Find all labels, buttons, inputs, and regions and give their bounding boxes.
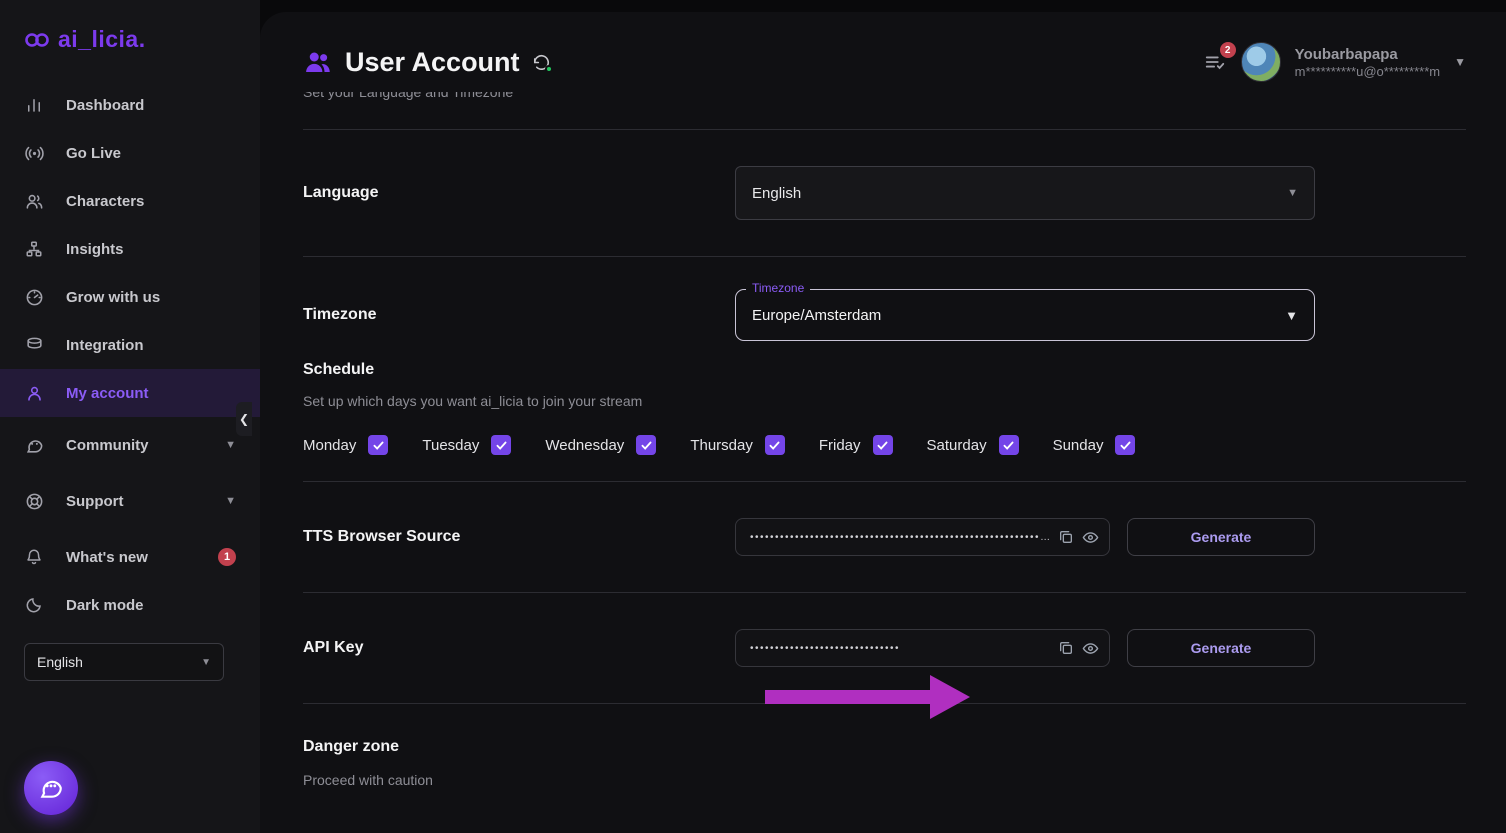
chat-fab-button[interactable]: [24, 761, 78, 815]
user-email: m**********u@o*********m: [1295, 64, 1440, 79]
logo-text: ai_licia.: [58, 26, 146, 53]
tts-row: TTS Browser Source •••••••••••••••••••••…: [303, 482, 1466, 592]
language-label: Language: [303, 184, 735, 202]
api-generate-button[interactable]: Generate: [1127, 629, 1315, 667]
day-saturday: Saturday: [927, 435, 1019, 455]
timezone-field-label: Timezone: [746, 281, 810, 295]
danger-zone-title: Danger zone: [303, 738, 1466, 756]
hierarchy-icon: [24, 239, 44, 259]
chevron-down-icon: ▼: [1454, 55, 1466, 69]
schedule-days: Monday Tuesday Wednesday Thursday Friday: [303, 435, 1466, 455]
chat-face-icon: [24, 435, 44, 455]
whats-new-badge: 1: [218, 548, 236, 566]
sidebar: ai_licia. Dashboard Go Live Characters I…: [0, 0, 260, 833]
monday-checkbox[interactable]: [368, 435, 388, 455]
page-title: User Account: [345, 47, 520, 78]
sidebar-language-select[interactable]: English ▼: [24, 643, 224, 681]
thursday-checkbox[interactable]: [765, 435, 785, 455]
people-icon: [24, 191, 44, 211]
schedule-title: Schedule: [303, 361, 1466, 379]
chevron-down-icon: ▼: [201, 657, 211, 668]
wednesday-checkbox[interactable]: [636, 435, 656, 455]
day-sunday: Sunday: [1053, 435, 1136, 455]
timezone-row: Timezone Timezone Europe/Amsterdam ▼: [303, 257, 1466, 341]
sidebar-item-dark-mode[interactable]: Dark mode: [0, 581, 260, 629]
bell-icon: [24, 547, 44, 567]
tuesday-checkbox[interactable]: [491, 435, 511, 455]
history-sync-icon[interactable]: [532, 53, 551, 72]
user-name: Youbarbapapa: [1295, 45, 1440, 65]
notifications-button[interactable]: 2: [1203, 51, 1227, 73]
sidebar-item-my-account[interactable]: My account: [0, 369, 260, 417]
sidebar-item-insights[interactable]: Insights: [0, 225, 260, 273]
eye-icon[interactable]: [1082, 529, 1099, 546]
main-panel: User Account 2 Youbarbapapa m**********u…: [260, 12, 1506, 833]
sidebar-item-go-live[interactable]: Go Live: [0, 129, 260, 177]
moon-icon: [24, 595, 44, 615]
schedule-subtitle: Set up which days you want ai_licia to j…: [303, 393, 1466, 409]
avatar[interactable]: [1241, 42, 1281, 82]
timezone-label: Timezone: [303, 306, 735, 324]
logo-icon: [24, 30, 50, 50]
api-key-input[interactable]: ••••••••••••••••••••••••••••••: [735, 629, 1110, 667]
danger-zone-section: Danger zone Proceed with caution: [303, 704, 1466, 788]
api-key-row: API Key •••••••••••••••••••••••••••••• G…: [303, 593, 1466, 703]
lifebuoy-icon: [24, 491, 44, 511]
user-account-icon: [303, 47, 333, 77]
tts-generate-button[interactable]: Generate: [1127, 518, 1315, 556]
chevron-down-icon: ▼: [1287, 187, 1298, 199]
schedule-section: Schedule Set up which days you want ai_l…: [303, 341, 1466, 455]
sidebar-item-grow-with-us[interactable]: Grow with us: [0, 273, 260, 321]
sidebar-collapse-button[interactable]: ❮: [236, 402, 252, 436]
danger-zone-subtitle: Proceed with caution: [303, 772, 1466, 788]
day-monday: Monday: [303, 435, 388, 455]
sidebar-item-community[interactable]: Community ▼: [0, 421, 260, 469]
language-row: Language English ▼: [303, 130, 1466, 256]
sidebar-item-integration[interactable]: Integration: [0, 321, 260, 369]
sunday-checkbox[interactable]: [1115, 435, 1135, 455]
timezone-select[interactable]: Timezone Europe/Amsterdam ▼: [735, 289, 1315, 341]
page-header: User Account 2 Youbarbapapa m**********u…: [260, 12, 1506, 92]
chevron-down-icon: ▼: [1285, 308, 1298, 323]
language-select[interactable]: English ▼: [735, 166, 1315, 220]
day-tuesday: Tuesday: [422, 435, 511, 455]
saturday-checkbox[interactable]: [999, 435, 1019, 455]
chevron-down-icon: ▼: [225, 439, 236, 451]
copy-icon[interactable]: [1058, 529, 1074, 545]
day-wednesday: Wednesday: [545, 435, 656, 455]
day-friday: Friday: [819, 435, 893, 455]
notification-badge: 2: [1220, 42, 1236, 58]
tts-source-input[interactable]: ••••••••••••••••••••••••••••••••••••••••…: [735, 518, 1110, 556]
status-dot: [545, 65, 553, 73]
bar-chart-icon: [24, 95, 44, 115]
sidebar-item-support[interactable]: Support ▼: [0, 477, 260, 525]
user-menu[interactable]: 2 Youbarbapapa m**********u@o*********m …: [1203, 42, 1466, 82]
sidebar-nav: Dashboard Go Live Characters Insights Gr…: [0, 81, 260, 629]
sidebar-item-characters[interactable]: Characters: [0, 177, 260, 225]
api-key-label: API Key: [303, 639, 735, 657]
copy-icon[interactable]: [1058, 640, 1074, 656]
account-settings: Set your Language and Timezone Language …: [260, 92, 1506, 788]
eye-icon[interactable]: [1082, 640, 1099, 657]
chat-bubble-icon: [38, 775, 64, 801]
sidebar-item-dashboard[interactable]: Dashboard: [0, 81, 260, 129]
person-icon: [24, 383, 44, 403]
chevron-down-icon: ▼: [225, 495, 236, 507]
gauge-icon: [24, 287, 44, 307]
stack-icon: [24, 335, 44, 355]
friday-checkbox[interactable]: [873, 435, 893, 455]
section-subtitle-clipped: Set your Language and Timezone: [303, 92, 1466, 103]
day-thursday: Thursday: [690, 435, 785, 455]
app-logo: ai_licia.: [0, 0, 260, 53]
broadcast-icon: [24, 143, 44, 163]
tts-label: TTS Browser Source: [303, 528, 735, 546]
sidebar-item-whats-new[interactable]: What's new 1: [0, 533, 260, 581]
